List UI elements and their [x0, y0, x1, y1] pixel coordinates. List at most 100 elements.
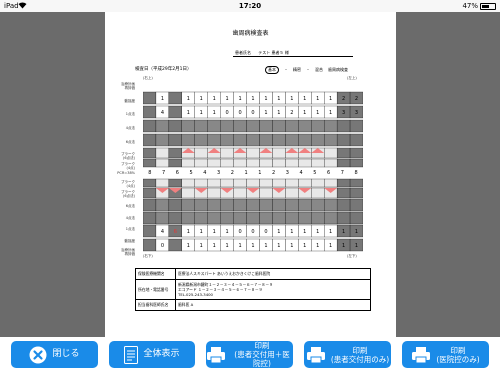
- row-label-1pt: 1点法: [125, 112, 135, 116]
- print-patient-button[interactable]: 印刷 (患者交付用のみ): [304, 341, 391, 368]
- plaque4-lower-cell: [168, 178, 182, 188]
- plaque4-lower-cell: [259, 178, 273, 188]
- plaque4-cell: [143, 158, 157, 168]
- plaque6-lower-cell: [233, 187, 247, 199]
- sixpoint-cell: [181, 133, 195, 147]
- mobility-value: 1: [187, 96, 190, 102]
- mobility-lower-value: 1: [329, 243, 332, 249]
- fourpoint-lower-cell: [246, 211, 260, 225]
- plaque6-lower-cell: [336, 187, 351, 199]
- plaque4-lower-cell: [246, 178, 260, 188]
- plaque6-cell: [220, 147, 234, 159]
- fourpoint-cell: [285, 119, 299, 133]
- onepoint-value: 1: [200, 110, 203, 116]
- mobility-lower-cell: [168, 238, 182, 252]
- row-label-plaque6: プラーク (6点法): [121, 152, 135, 160]
- fourpoint-cell: [246, 119, 260, 133]
- fourpoint-lower-cell: [181, 211, 195, 225]
- sixpoint-lower-cell: [336, 198, 351, 212]
- mobility-cell: [168, 91, 182, 105]
- mobility-lower-value: 1: [264, 243, 267, 249]
- plaque4-lower-cell: [220, 178, 234, 188]
- print-clinic-button[interactable]: 印刷 (医院控のみ): [402, 341, 489, 368]
- plaque4-lower-cell: [233, 178, 247, 188]
- row-label-plaque6-lower: プラーク (6点法): [121, 190, 135, 198]
- battery: 47%: [462, 2, 496, 10]
- plaque4-lower-cell: [324, 178, 338, 188]
- sixpoint-lower-cell: [285, 198, 299, 212]
- row-label-6pt-lower: 6点法: [125, 204, 135, 208]
- mobility-value: 1: [226, 96, 229, 102]
- fourpoint-cell: [155, 119, 170, 133]
- periodontal-chart: 1 1 1 1 1 1 1 1 1 1 1 1 1 2 2 4 1 1 1 0 0 0 1 1 2 1 1 1 3 3 8 7 6 5 4 3 2 1 1 2…: [143, 91, 363, 252]
- printer-icon: [207, 346, 225, 363]
- mobility-cell: [143, 91, 157, 105]
- onepoint-value: 3: [342, 110, 345, 116]
- fourpoint-lower-cell: [220, 211, 234, 225]
- plaque6-lower-cell: [207, 187, 221, 199]
- sixpoint-cell: [259, 133, 273, 147]
- sixpoint-lower-cell: [298, 198, 312, 212]
- onepoint-value: 1: [213, 110, 216, 116]
- info-value: 新潟県新潟市鍵町１－２－３－４－５－６－７－８－９ エコアード １－２－３－４－…: [178, 282, 273, 297]
- sixpoint-lower-cell: [194, 198, 208, 212]
- document-title: 歯周病検査表: [232, 30, 269, 37]
- mobility-lower-value: 1: [342, 243, 345, 249]
- close-button[interactable]: 閉じる: [11, 341, 98, 368]
- onepoint-lower-value: 6: [174, 229, 177, 235]
- plaque4-cell: [285, 158, 299, 168]
- mobility-value: 1: [238, 96, 241, 102]
- onepoint-lower-value: 1: [303, 229, 306, 235]
- fourpoint-cell: [143, 119, 157, 133]
- patient-label: 患者氏名: [235, 50, 251, 55]
- fourpoint-cell: [311, 119, 325, 133]
- plaque6-cell: [246, 147, 260, 159]
- fourpoint-lower-cell: [285, 211, 299, 225]
- plaque4-cell: [194, 158, 208, 168]
- fourpoint-cell: [194, 119, 208, 133]
- mobility-lower-value: 1: [200, 243, 203, 249]
- plaque6-lower-cell: [181, 187, 195, 199]
- legend-mixed: 混合: [315, 67, 323, 72]
- plaque4-cell: [311, 158, 325, 168]
- plaque4-lower-cell: [349, 178, 363, 188]
- mobility-value: 1: [264, 96, 267, 102]
- plaque4-cell: [220, 158, 234, 168]
- onepoint-value: 3: [355, 110, 358, 116]
- tooth-number: 1: [258, 170, 261, 176]
- mobility-value: 1: [303, 96, 306, 102]
- info-key: 担当歯科医師氏名: [136, 300, 176, 310]
- print-patient-clinic-label: 印刷 (患者交付用＋医院控): [234, 341, 290, 368]
- onepoint-lower-value: 1: [226, 229, 229, 235]
- plaque4-cell: [272, 158, 286, 168]
- plaque4-lower-cell: [207, 178, 221, 188]
- onepoint-lower-value: 1: [187, 229, 190, 235]
- plaque6-cell: [349, 147, 363, 159]
- fourpoint-lower-cell: [233, 211, 247, 225]
- fourpoint-cell: [324, 119, 338, 133]
- mobility-lower-value: 1: [187, 243, 190, 249]
- sixpoint-cell: [233, 133, 247, 147]
- plaque4-cell: [298, 158, 312, 168]
- legend-periodontal: 歯周病検査: [328, 67, 348, 72]
- sixpoint-lower-cell: [143, 198, 157, 212]
- sixpoint-lower-cell: [259, 198, 273, 212]
- mobility-lower-value: 1: [355, 243, 358, 249]
- mobility-value: 1: [213, 96, 216, 102]
- fourpoint-lower-cell: [155, 211, 170, 225]
- print-patient-clinic-button[interactable]: 印刷 (患者交付用＋医院控): [206, 341, 293, 368]
- plaque4-cell: [349, 158, 363, 168]
- plaque6-lower-cell: [143, 187, 157, 199]
- fourpoint-cell: [272, 119, 286, 133]
- plaque4-cell: [324, 158, 338, 168]
- plaque4-cell: [233, 158, 247, 168]
- sixpoint-lower-cell: [233, 198, 247, 212]
- plaque6-lower-cell: [311, 187, 325, 199]
- info-value: 歯科医 A: [178, 302, 194, 307]
- fourpoint-lower-cell: [336, 211, 351, 225]
- fourpoint-cell: [298, 119, 312, 133]
- full-view-button[interactable]: 全体表示: [109, 341, 195, 368]
- mobility-lower-value: 1: [238, 243, 241, 249]
- document-page[interactable]: 歯周病検査表 患者氏名 テスト 患者５ 様 検査日（平成29年2月1日） 基本 …: [105, 12, 396, 337]
- sixpoint-lower-cell: [324, 198, 338, 212]
